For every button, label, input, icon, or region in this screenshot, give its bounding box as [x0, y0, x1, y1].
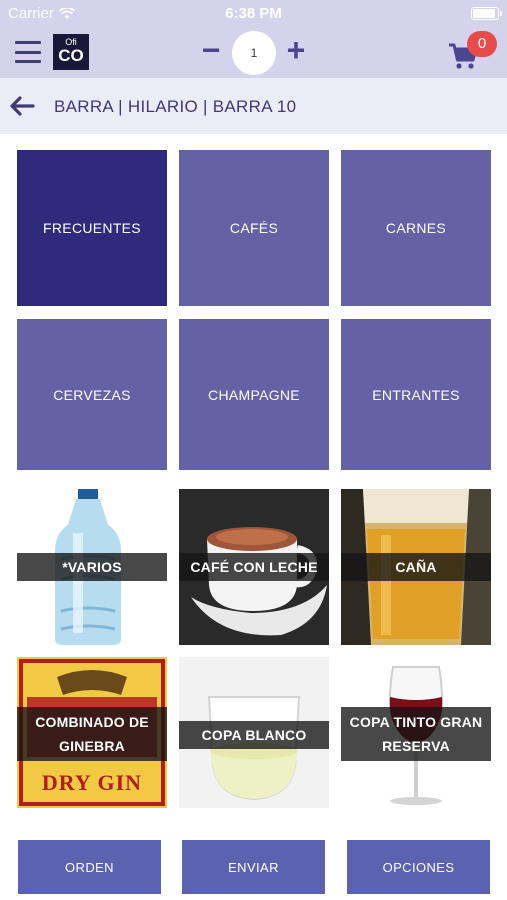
breadcrumb: BARRA | HILARIO | BARRA 10	[54, 97, 297, 116]
category-label: CARNES	[385, 220, 447, 236]
product-label: CAÑA	[341, 553, 491, 581]
category-tile[interactable]: CAFÉS	[179, 150, 329, 306]
product-label: *VARIOS	[17, 553, 167, 581]
category-label: FRECUENTES	[43, 220, 141, 236]
top-bar: Ofi CO − 1 + 0	[0, 28, 507, 78]
category-tile[interactable]: ENTRANTES	[341, 319, 491, 470]
gin-label-text: DRY GIN	[41, 770, 143, 795]
enviar-button[interactable]: ENVIAR	[182, 840, 325, 894]
category-tile[interactable]: FRECUENTES	[17, 150, 167, 306]
opciones-button[interactable]: OPCIONES	[347, 840, 490, 894]
category-tile[interactable]: CHAMPAGNE	[179, 319, 329, 470]
battery-icon	[471, 7, 502, 20]
increase-quantity-button[interactable]: +	[281, 34, 311, 66]
decrease-quantity-button[interactable]: −	[196, 34, 226, 66]
logo-bottom-text: CO	[58, 46, 84, 65]
orden-button[interactable]: ORDEN	[18, 840, 161, 894]
category-label: CERVEZAS	[53, 386, 131, 403]
category-label: CHAMPAGNE	[208, 386, 300, 403]
product-label: COMBINADO DE GINEBRA	[17, 707, 167, 761]
back-arrow-icon[interactable]	[8, 94, 36, 118]
breadcrumb-bar: BARRA | HILARIO | BARRA 10	[0, 78, 507, 134]
product-tile-cafe-con-leche[interactable]: CAFÉ CON LECHE	[179, 489, 329, 645]
product-label: COPA BLANCO	[179, 721, 329, 749]
product-tile-cana[interactable]: CAÑA	[341, 489, 491, 645]
product-label: CAFÉ CON LECHE	[179, 553, 329, 581]
category-label: CAFÉS	[229, 220, 279, 236]
battery-fill	[473, 9, 495, 18]
product-tile-combinado-ginebra[interactable]: DRY GIN COMBINADO DE GINEBRA	[17, 657, 167, 808]
product-label: COPA TINTO GRAN RESERVA	[341, 707, 491, 761]
category-tile[interactable]: CARNES	[341, 150, 491, 306]
product-tile-copa-tinto[interactable]: COPA TINTO GRAN RESERVA	[341, 657, 491, 808]
product-tile-copa-blanco[interactable]: COPA BLANCO	[179, 657, 329, 808]
category-label: ENTRANTES	[372, 386, 460, 403]
hamburger-menu-icon[interactable]	[15, 41, 41, 63]
status-time: 6:38 PM	[225, 5, 282, 22]
product-tile-varios[interactable]: *VARIOS	[17, 489, 167, 645]
category-tile[interactable]: CERVEZAS	[17, 319, 167, 470]
cart-count-badge: 0	[467, 31, 497, 57]
quantity-display[interactable]: 1	[232, 31, 276, 75]
status-bar: Carrier 6:38 PM	[0, 0, 507, 28]
app-logo: Ofi CO	[53, 34, 89, 70]
